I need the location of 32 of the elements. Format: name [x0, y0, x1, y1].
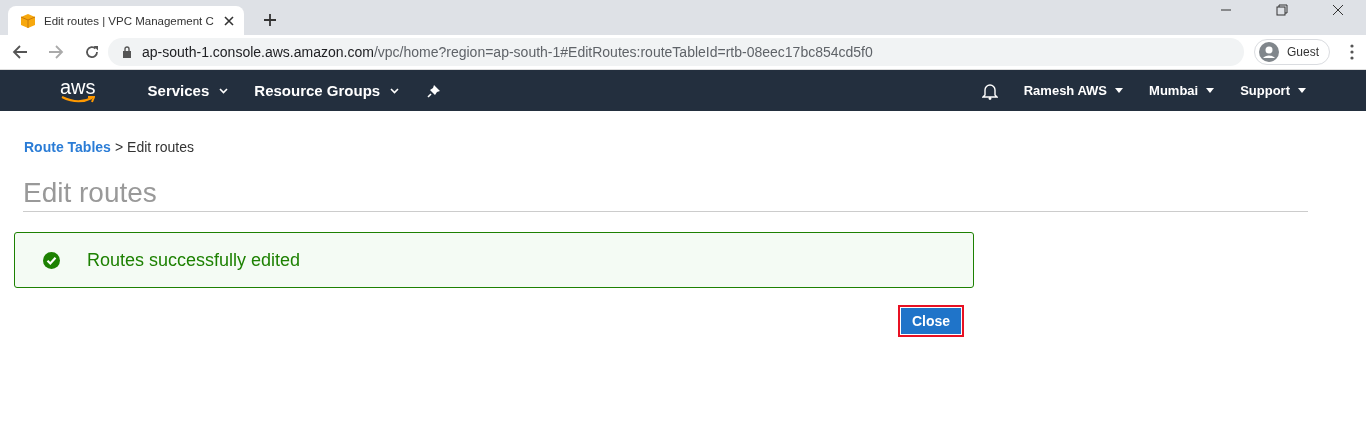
- breadcrumb-separator: >: [114, 139, 124, 155]
- pin-icon[interactable]: [427, 83, 442, 98]
- lock-icon: [122, 46, 132, 58]
- logo-text[interactable]: aws: [60, 77, 96, 96]
- caret-icon: [1298, 88, 1306, 93]
- avatar-icon: [1259, 42, 1279, 62]
- page-title: Edit routes: [23, 176, 158, 210]
- restore-icon[interactable]: [1276, 3, 1288, 16]
- nav-menu[interactable]: Resource Groups: [254, 82, 400, 99]
- caret-icon: [1115, 88, 1124, 93]
- breadcrumb-link[interactable]: Route Tables: [24, 139, 111, 155]
- close-icon[interactable]: [1332, 3, 1344, 16]
- nav-menu[interactable]: Ramesh AWS: [1023, 83, 1124, 98]
- caret-icon: [219, 87, 229, 94]
- new-tab-icon[interactable]: [263, 13, 277, 27]
- nav-menu[interactable]: Services: [147, 82, 229, 99]
- address-field[interactable]: ap-south-1.console.aws.amazon.com/vpc/home?region=ap-south-1#EditRoutes:routeTableId=rtb-08eec17bc854cd5f0: [108, 38, 1244, 66]
- back-icon[interactable]: [12, 44, 28, 60]
- breadcrumb-current: Edit routes: [127, 139, 194, 155]
- caret-icon: [390, 87, 400, 94]
- smile-arrow-icon: [60, 95, 95, 104]
- nav-menu[interactable]: Support: [1240, 83, 1306, 98]
- alert-message: Routes successfully edited: [87, 249, 301, 271]
- box-icon: [20, 12, 36, 29]
- close-icon[interactable]: [224, 15, 234, 26]
- check-circle-icon: [43, 251, 60, 269]
- nav-menu[interactable]: Mumbai: [1149, 83, 1215, 98]
- reload-icon[interactable]: [84, 44, 100, 60]
- close-button[interactable]: Close: [897, 305, 964, 337]
- more-icon[interactable]: [1350, 44, 1354, 60]
- caret-icon: [1206, 88, 1215, 93]
- bell-icon[interactable]: [981, 81, 998, 100]
